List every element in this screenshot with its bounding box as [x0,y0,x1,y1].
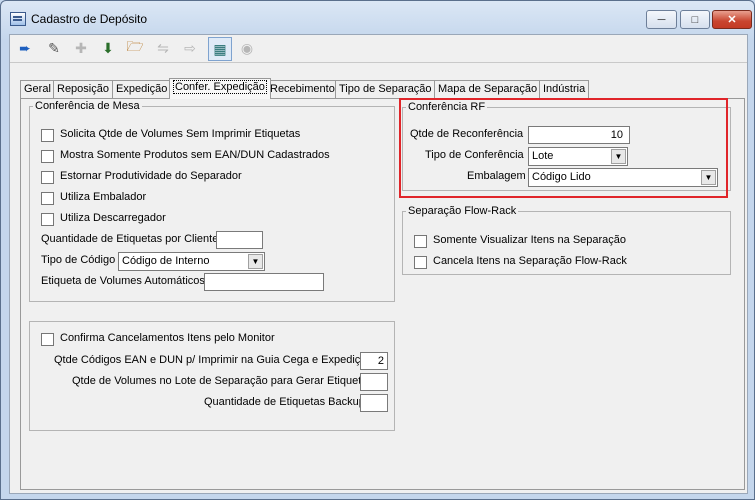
title-bar[interactable]: Cadastro de Depósito ─ □ ✕ [1,1,754,35]
open-folder-button[interactable]: 🗁 [124,37,146,59]
label-qtde-codigos-ean-dun: Qtde Códigos EAN e DUN p/ Imprimir na Gu… [54,354,373,366]
import-button[interactable]: ⇨ [179,37,201,59]
conferencia-rf-legend: Conferência RF [408,101,486,113]
tab-mapa-separacao[interactable]: Mapa de Separação [434,80,542,98]
tab-industria[interactable]: Indústria [539,80,590,98]
label-etiqueta-volumes: Etiqueta de Volumes Automáticos [41,275,205,287]
checkbox-utiliza-descarregador[interactable] [41,213,54,226]
tipo-codigo-select[interactable]: Código de Interno ▼ [118,252,265,271]
label-qtde-reconferencia: Qtde de Reconferência [410,128,524,140]
label-confirma-cancelamentos: Confirma Cancelamentos Itens pelo Monito… [60,332,275,344]
label-utiliza-embalador: Utiliza Embalador [60,191,147,203]
window-title: Cadastro de Depósito [31,12,148,26]
label-embalagem: Embalagem [467,170,526,182]
main-window: Cadastro de Depósito ─ □ ✕ ➨ ✎ ✚ ⬇ 🗁 ⇋ ⇨… [0,0,755,500]
tipo-conferencia-select[interactable]: Lote ▼ [528,147,628,166]
embalagem-select[interactable]: Código Lido ▼ [528,168,718,187]
checkbox-estornar-produtividade[interactable] [41,171,54,184]
tipo-codigo-value: Código de Interno [122,255,210,267]
import-icon: ⇨ [184,39,196,56]
add-button[interactable]: ✚ [70,37,92,59]
binoculars-icon: ◉ [240,39,254,56]
qtde-reconferencia-input[interactable]: 10 [528,126,630,144]
edit-button[interactable]: ✎ [43,37,65,59]
client-area: ➨ ✎ ✚ ⬇ 🗁 ⇋ ⇨ ▦ ◉ Geral Reposição Expedi… [9,34,748,494]
qtd-etiquetas-cliente-input[interactable] [216,231,263,249]
label-estornar-produtividade: Estornar Produtividade do Separador [60,170,242,182]
maximize-icon: □ [691,13,699,26]
close-icon: ✕ [727,14,737,26]
close-button[interactable]: ✕ [712,10,752,29]
dropdown-arrow-icon[interactable]: ▼ [701,170,716,185]
tab-expedicao[interactable]: Expedição [112,80,172,98]
tab-page-confer-expedicao: Conferência de Mesa Solicita Qtde de Vol… [20,98,745,490]
grid-icon: ▦ [213,40,227,57]
flow-rack-legend: Separação Flow-Rack [408,205,517,217]
checkbox-utiliza-embalador[interactable] [41,192,54,205]
label-tipo-conferencia: Tipo de Conferência [425,149,524,161]
toolbar: ➨ ✎ ✚ ⬇ 🗁 ⇋ ⇨ ▦ ◉ [10,35,747,63]
label-qtd-etiquetas-cliente: Quantidade de Etiquetas por Cliente [41,233,219,245]
label-somente-visualizar-itens: Somente Visualizar Itens na Separação [433,234,627,246]
checkbox-cancela-itens-flow-rack[interactable] [414,256,427,269]
exit-icon: ➨ [19,39,31,56]
conferencia-mesa-legend: Conferência de Mesa [35,100,140,112]
tipo-conferencia-value: Lote [532,150,554,162]
checkbox-somente-visualizar-itens[interactable] [414,235,427,248]
grid-button[interactable]: ▦ [208,37,232,61]
tab-confer-expedicao[interactable]: Confer. Expedição [169,78,271,99]
save-icon: ⬇ [102,39,114,56]
maximize-button[interactable]: □ [680,10,710,29]
dropdown-arrow-icon[interactable]: ▼ [611,149,626,164]
open-folder-icon: 🗁 [126,38,144,54]
exit-button[interactable]: ➨ [14,37,36,59]
etiqueta-volumes-input[interactable] [204,273,324,291]
export-icon: ⇋ [157,39,169,56]
label-solicita-qtde-volumes: Solicita Qtde de Volumes Sem Imprimir Et… [60,128,301,140]
tab-tipo-separacao[interactable]: Tipo de Separação [335,80,436,98]
add-icon: ✚ [75,39,87,56]
label-cancela-itens-flow-rack: Cancela Itens na Separação Flow-Rack [433,255,627,267]
label-tipo-codigo: Tipo de Código [41,254,116,266]
label-qtd-etiquetas-backup: Quantidade de Etiquetas Backup [204,396,365,408]
qtd-etiquetas-backup-input[interactable] [360,394,388,412]
tab-geral[interactable]: Geral [20,80,55,98]
tab-reposicao[interactable]: Reposição [53,80,113,98]
label-mostra-somente-produtos: Mostra Somente Produtos sem EAN/DUN Cada… [60,149,330,161]
dropdown-arrow-icon[interactable]: ▼ [248,254,263,269]
save-button[interactable]: ⬇ [97,37,119,59]
embalagem-value: Código Lido [532,171,591,183]
minimize-button[interactable]: ─ [646,10,677,29]
checkbox-solicita-qtde-volumes[interactable] [41,129,54,142]
qtde-codigos-ean-dun-input[interactable]: 2 [360,352,388,370]
label-qtde-volumes-lote: Qtde de Volumes no Lote de Separação par… [72,375,373,387]
app-icon [10,12,26,26]
checkbox-mostra-somente-produtos[interactable] [41,150,54,163]
tab-recebimento[interactable]: Recebimento [266,80,339,98]
export-button[interactable]: ⇋ [152,37,174,59]
search-button[interactable]: ◉ [236,37,258,59]
checkbox-confirma-cancelamentos[interactable] [41,333,54,346]
minimize-icon: ─ [657,13,666,26]
qtde-volumes-lote-input[interactable] [360,373,388,391]
label-utiliza-descarregador: Utiliza Descarregador [60,212,166,224]
edit-icon: ✎ [48,39,60,56]
